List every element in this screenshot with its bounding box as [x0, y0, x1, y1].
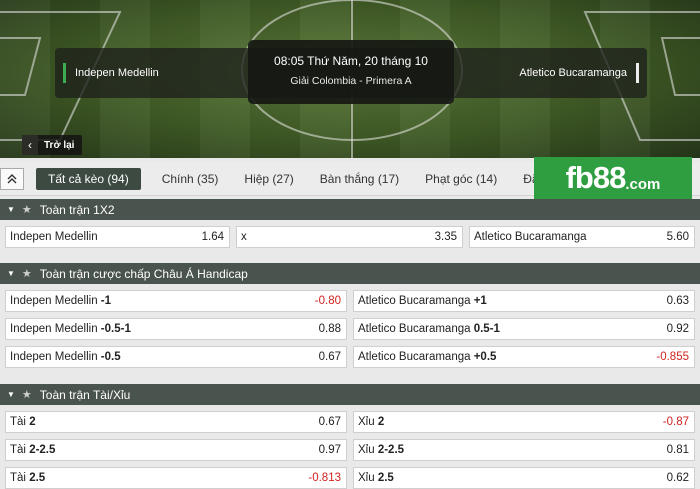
- section-title: Toàn trận 1X2: [39, 202, 115, 217]
- selection-name: Xỉu 2-2.5: [358, 444, 405, 456]
- selection-name: Tài 2-2.5: [10, 444, 56, 456]
- odds-cell[interactable]: Atletico Bucaramanga +0.5 -0.855: [353, 346, 695, 368]
- odd-value: 0.97: [318, 444, 341, 456]
- selection-name: Xỉu 2: [358, 416, 385, 428]
- back-button[interactable]: ‹ Trở lại: [22, 135, 83, 155]
- home-indicator: [63, 63, 66, 83]
- odd-value: 0.88: [318, 323, 341, 335]
- selection-name: Indepen Medellin -0.5-1: [10, 323, 131, 335]
- odd-value: -0.855: [656, 351, 689, 363]
- caret-down-icon: ▼: [7, 390, 15, 399]
- match-datetime: 08:05 Thứ Năm, 20 tháng 10: [274, 54, 428, 68]
- selection-name: Atletico Bucaramanga +0.5: [358, 351, 497, 363]
- selection-name: Atletico Bucaramanga 0.5-1: [358, 323, 500, 335]
- tab-goals[interactable]: Bàn thắng (17): [307, 162, 412, 196]
- section-header-over-under[interactable]: ▼ ★ Toàn trận Tài/Xỉu: [0, 384, 700, 405]
- tab-all-markets[interactable]: Tất cả kèo (94): [36, 167, 141, 190]
- odd-value: 5.60: [666, 231, 689, 243]
- selection-name: Xỉu 2.5: [358, 472, 394, 484]
- odd-value: 0.67: [318, 416, 341, 428]
- selection-name: Indepen Medellin -1: [10, 295, 112, 307]
- star-icon[interactable]: ★: [22, 203, 32, 216]
- section-title: Toàn trận cược chấp Châu Á Handicap: [39, 266, 248, 281]
- away-team-name: Atletico Bucaramanga: [519, 67, 627, 79]
- section-title: Toàn trận Tài/Xỉu: [39, 387, 131, 402]
- odd-value: 1.64: [201, 231, 224, 243]
- home-team-name: Indepen Medellin: [75, 67, 159, 79]
- selection-name: Atletico Bucaramanga +1: [358, 295, 487, 307]
- collapse-all-button[interactable]: [0, 167, 24, 190]
- brand-suffix: .com: [625, 175, 661, 193]
- odd-value: -0.813: [308, 472, 341, 484]
- match-league: Giải Colombia - Primera A: [290, 75, 412, 87]
- odd-value: 0.67: [318, 351, 341, 363]
- caret-down-icon: ▼: [7, 269, 15, 278]
- odd-value: -0.80: [314, 295, 341, 307]
- away-team: Atletico Bucaramanga: [519, 48, 647, 98]
- odds-cell[interactable]: Indepen Medellin -1 -0.80: [5, 290, 347, 312]
- odds-cell[interactable]: Tài 2-2.5 0.97: [5, 439, 347, 461]
- odds-cell[interactable]: Atletico Bucaramanga 5.60: [469, 226, 695, 248]
- tab-main[interactable]: Chính (35): [149, 162, 232, 196]
- fb88-logo: fb88 .com: [534, 157, 692, 199]
- odds-cell[interactable]: Indepen Medellin 1.64: [5, 226, 230, 248]
- odd-value: 0.63: [666, 295, 689, 307]
- section-header-handicap[interactable]: ▼ ★ Toàn trận cược chấp Châu Á Handicap: [0, 263, 700, 284]
- scoreboard-bar: Indepen Medellin 08:05 Thứ Năm, 20 tháng…: [55, 40, 647, 104]
- odds-cell[interactable]: Tài 2.5 -0.813: [5, 467, 347, 489]
- odds-cell[interactable]: x 3.35: [236, 226, 463, 248]
- odds-cell[interactable]: Xỉu 2.5 0.62: [353, 467, 695, 489]
- selection-name: x: [241, 231, 247, 243]
- odd-value: 0.81: [666, 444, 689, 456]
- tab-half[interactable]: Hiệp (27): [231, 162, 306, 196]
- odds-cell[interactable]: Atletico Bucaramanga 0.5-1 0.92: [353, 318, 695, 340]
- odds-cell[interactable]: Xỉu 2-2.5 0.81: [353, 439, 695, 461]
- odds-cell[interactable]: Indepen Medellin -0.5 0.67: [5, 346, 347, 368]
- odd-value: 3.35: [434, 231, 457, 243]
- star-icon[interactable]: ★: [22, 388, 32, 401]
- tab-corners[interactable]: Phạt góc (14): [412, 162, 510, 196]
- home-team: Indepen Medellin: [55, 48, 159, 98]
- odds-cell[interactable]: Xỉu 2 -0.87: [353, 411, 695, 433]
- match-hero: Indepen Medellin 08:05 Thứ Năm, 20 tháng…: [0, 0, 700, 158]
- caret-down-icon: ▼: [7, 205, 15, 214]
- odds-cell[interactable]: Indepen Medellin -0.5-1 0.88: [5, 318, 347, 340]
- double-chevron-up-icon: [7, 173, 17, 183]
- odd-value: 0.62: [666, 472, 689, 484]
- brand-main: fb88: [565, 160, 627, 195]
- star-icon[interactable]: ★: [22, 267, 32, 280]
- odds-cell[interactable]: Tài 2 0.67: [5, 411, 347, 433]
- odd-value: -0.87: [662, 416, 689, 428]
- chevron-left-icon: ‹: [22, 135, 38, 155]
- match-info-box: 08:05 Thứ Năm, 20 tháng 10 Giải Colombia…: [248, 40, 454, 104]
- odd-value: 0.92: [666, 323, 689, 335]
- selection-name: Atletico Bucaramanga: [474, 231, 587, 243]
- section-header-1x2[interactable]: ▼ ★ Toàn trận 1X2: [0, 199, 700, 220]
- selection-name: Indepen Medellin: [10, 231, 98, 243]
- selection-name: Indepen Medellin -0.5: [10, 351, 121, 363]
- away-indicator: [636, 63, 639, 83]
- back-label: Trở lại: [44, 139, 75, 151]
- odds-cell[interactable]: Atletico Bucaramanga +1 0.63: [353, 290, 695, 312]
- selection-name: Tài 2: [10, 416, 36, 428]
- selection-name: Tài 2.5: [10, 472, 46, 484]
